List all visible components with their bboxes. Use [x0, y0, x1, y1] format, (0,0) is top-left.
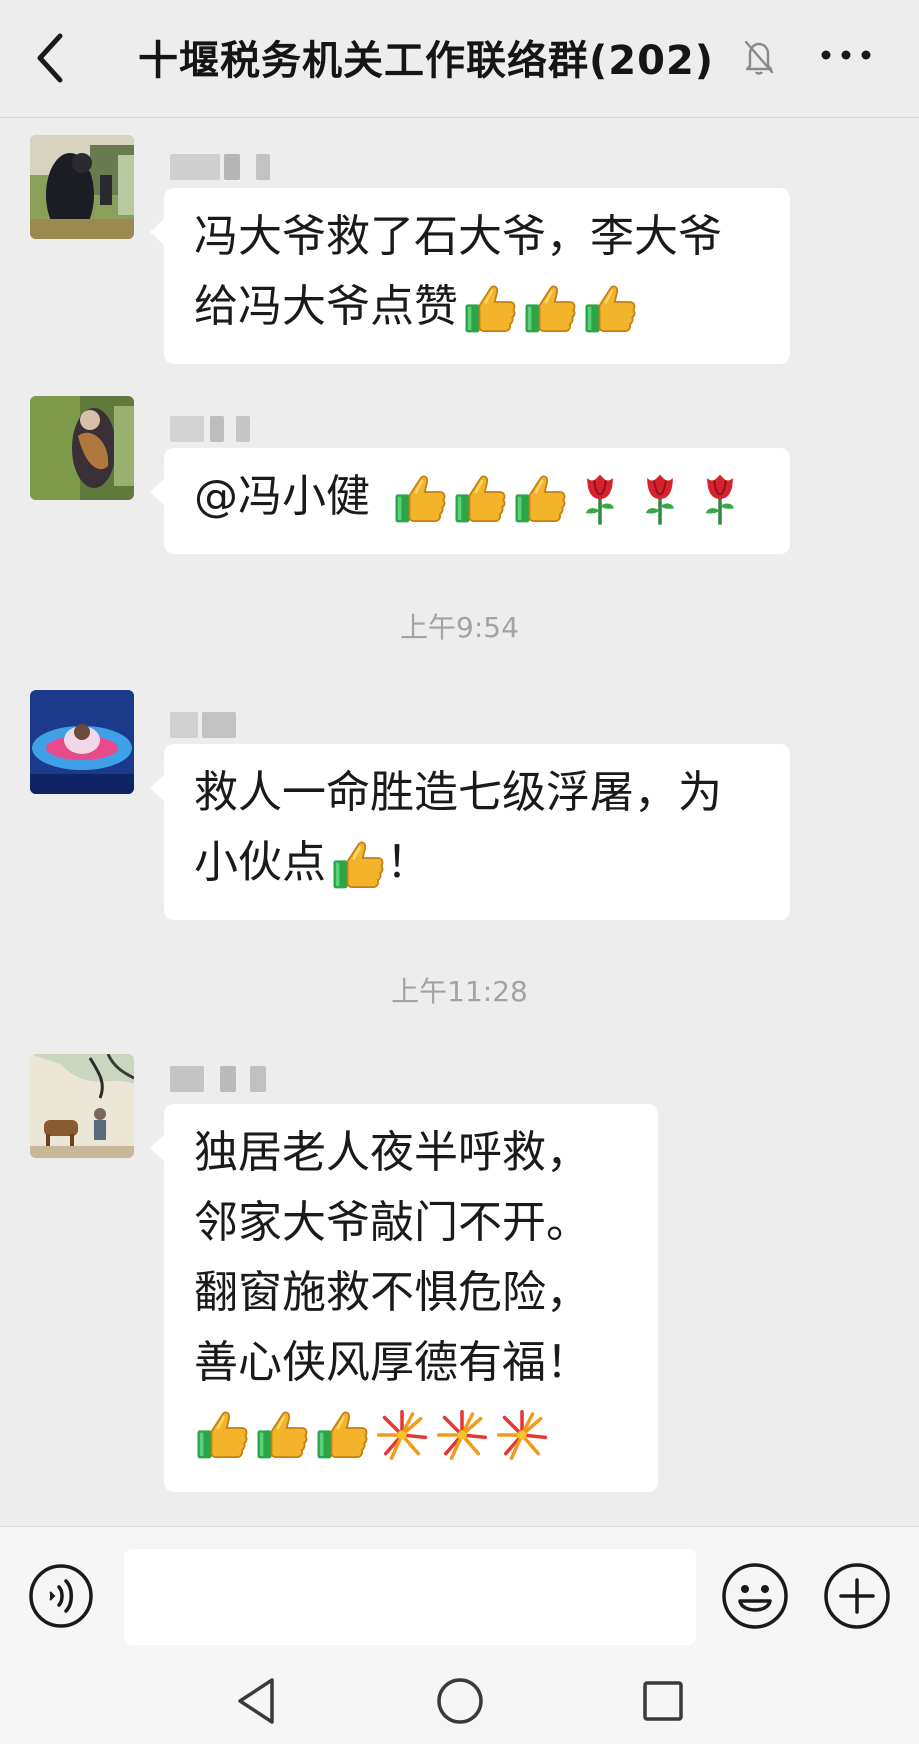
thumbs-up-icon	[522, 281, 578, 337]
thumbs-up-icon	[392, 471, 448, 527]
fireworks-icon	[434, 1407, 490, 1463]
message-text: 救人一命胜造七级浮屠，为	[194, 767, 722, 818]
thumbs-up-icon	[330, 837, 386, 893]
avatar[interactable]	[30, 1054, 134, 1158]
message-text: 小伙点	[194, 837, 326, 888]
sender-name	[170, 712, 236, 738]
circle-home-icon[interactable]	[434, 1674, 486, 1728]
system-nav-bar	[0, 1662, 919, 1744]
message-bubble[interactable]: 冯大爷救了石大爷，李大爷 给冯大爷点赞	[150, 188, 790, 364]
voice-icon[interactable]	[28, 1563, 94, 1629]
avatar[interactable]	[30, 396, 134, 500]
message-bubble[interactable]: @冯小健	[150, 448, 790, 554]
square-recent-icon[interactable]	[640, 1676, 686, 1726]
sender-name	[170, 154, 270, 180]
message-bubble[interactable]: 独居老人夜半呼救， 邻家大爷敲门不开。 翻窗施救不惧危险， 善心侠风厚德有福！	[150, 1104, 658, 1492]
thumbs-up-icon	[314, 1407, 370, 1463]
message-text: 给冯大爷点赞	[194, 281, 458, 332]
message-text: 善心侠风厚德有福！	[194, 1337, 590, 1388]
fireworks-icon	[494, 1407, 550, 1463]
message-input[interactable]	[124, 1549, 696, 1645]
timestamp: 上午9:54	[400, 611, 519, 644]
message-text: 独居老人夜半呼救，	[194, 1127, 590, 1178]
avatar[interactable]	[30, 135, 134, 239]
input-bar	[0, 1526, 919, 1662]
message-text: 邻家大爷敲门不开。	[194, 1197, 590, 1248]
timestamp: 上午11:28	[391, 975, 528, 1008]
bell-off-icon	[744, 40, 774, 75]
message-text: 冯大爷救了石大爷，李大爷	[194, 211, 722, 262]
more-dots-icon[interactable]	[818, 40, 874, 70]
chat-screen: 十堰税务机关工作联络群(202) 冯大爷救了石大爷，李大爷 给冯大爷点赞 @冯小…	[0, 0, 919, 1744]
thumbs-up-icon	[462, 281, 518, 337]
fireworks-icon	[374, 1407, 430, 1463]
thumbs-up-icon	[582, 281, 638, 337]
thumbs-up-icon	[194, 1407, 250, 1463]
message-bubble[interactable]: 救人一命胜造七级浮屠，为 小伙点 ！	[150, 744, 790, 920]
chevron-left-icon[interactable]	[28, 26, 76, 90]
rose-icon	[692, 471, 748, 527]
mention-text[interactable]: @冯小健	[194, 471, 370, 522]
triangle-back-icon[interactable]	[232, 1674, 282, 1728]
plus-icon[interactable]	[822, 1561, 892, 1631]
avatar[interactable]	[30, 690, 134, 794]
thumbs-up-icon	[254, 1407, 310, 1463]
thumbs-up-icon	[512, 471, 568, 527]
sender-name	[170, 1066, 270, 1092]
chat-title: 十堰税务机关工作联络群(202)	[138, 38, 715, 84]
message-text: 翻窗施救不惧危险，	[194, 1267, 590, 1318]
rose-icon	[632, 471, 688, 527]
smiley-icon[interactable]	[720, 1561, 790, 1631]
rose-icon	[572, 471, 628, 527]
message-text: ！	[386, 837, 430, 888]
chat-header: 十堰税务机关工作联络群(202)	[0, 0, 919, 118]
sender-name	[170, 416, 250, 442]
thumbs-up-icon	[452, 471, 508, 527]
